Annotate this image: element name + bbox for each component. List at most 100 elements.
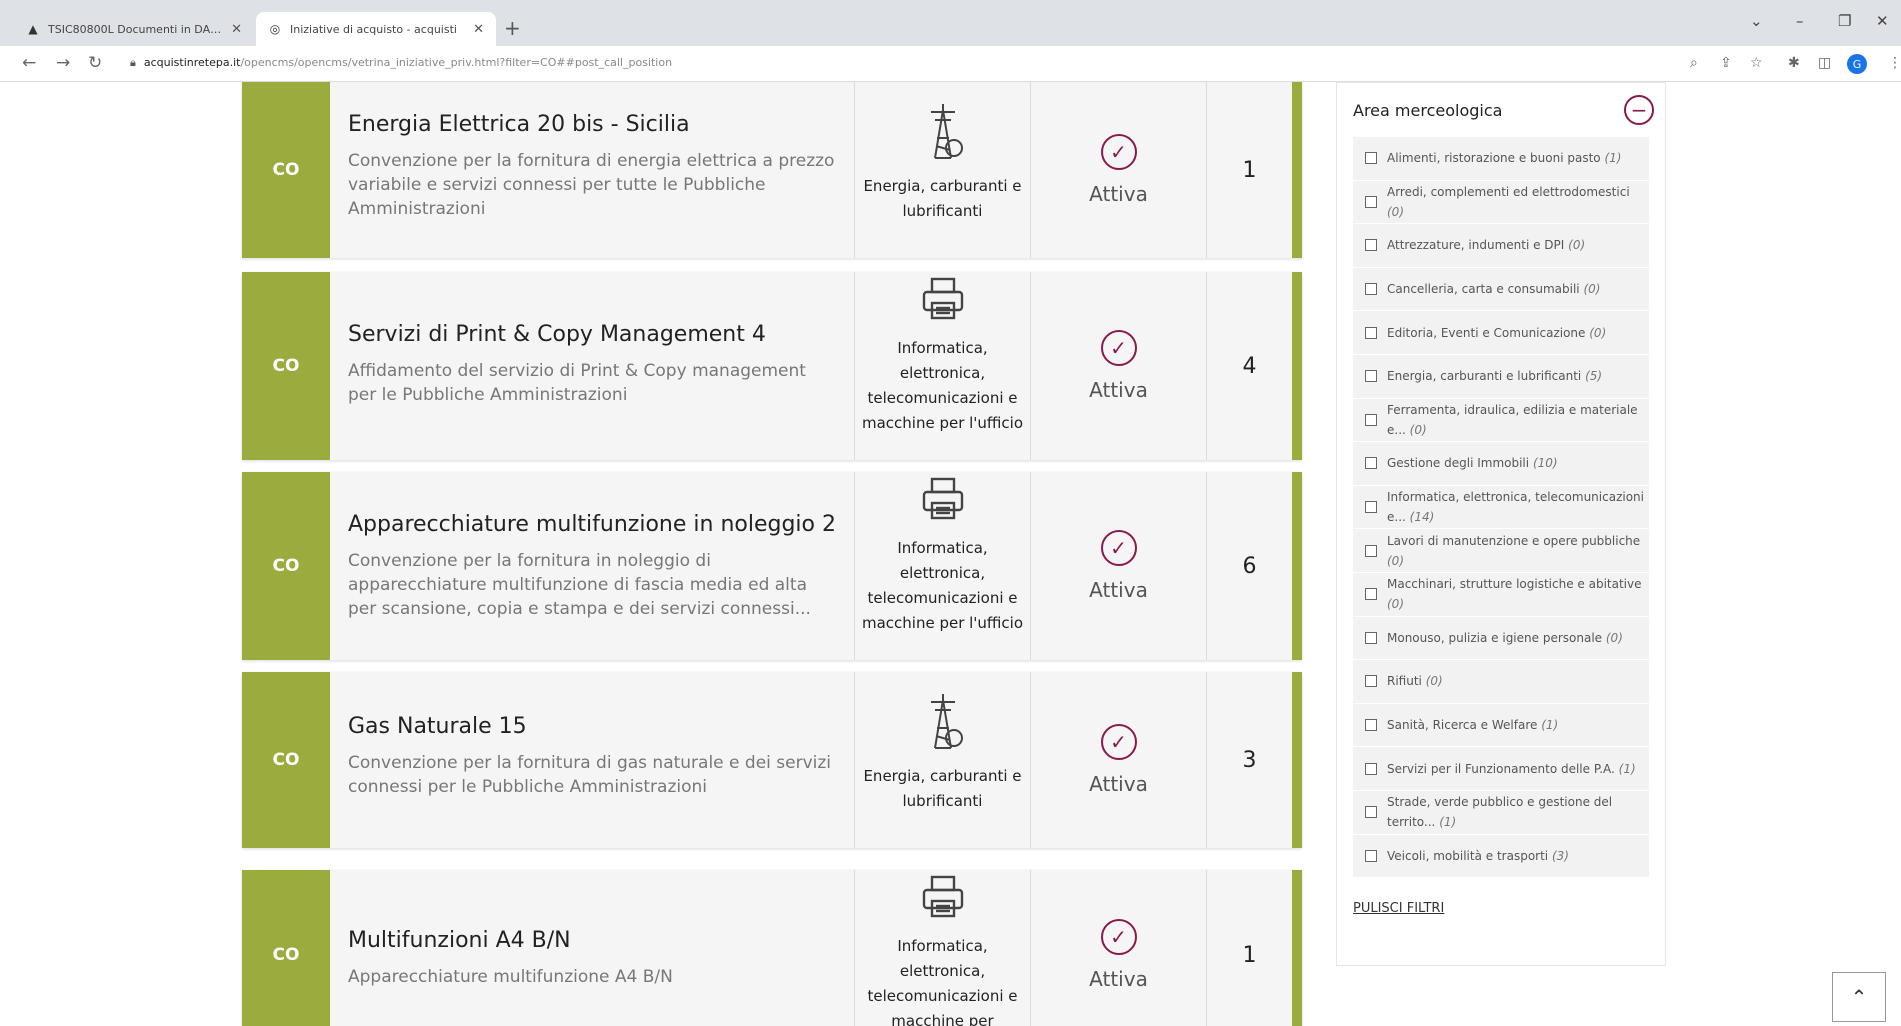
initiative-card[interactable]: CO Multifunzioni A4 B/N Apparecchiature … xyxy=(242,870,1302,1026)
filter-checkbox[interactable] xyxy=(1365,501,1377,514)
filter-option[interactable]: Cancelleria, carta e consumabili (0) xyxy=(1353,267,1649,312)
filter-checkbox[interactable] xyxy=(1365,370,1377,383)
lot-count: 1 xyxy=(1206,82,1292,258)
filter-checkbox[interactable] xyxy=(1365,762,1377,775)
status-label: Attiva xyxy=(1089,967,1148,991)
zoom-icon[interactable]: ⌕ xyxy=(1690,55,1698,71)
filter-option[interactable]: Strade, verde pubblico e gestione del te… xyxy=(1353,790,1649,835)
filter-checkbox[interactable] xyxy=(1365,239,1377,252)
filter-checkbox[interactable] xyxy=(1365,849,1377,862)
filter-checkbox[interactable] xyxy=(1365,631,1377,644)
back-icon[interactable]: ← xyxy=(22,53,36,73)
maximize-button[interactable]: ❐ xyxy=(1838,12,1851,30)
extensions-icon[interactable]: ✱ xyxy=(1788,55,1800,71)
filter-option[interactable]: Rifiuti (0) xyxy=(1353,660,1649,704)
filter-option[interactable]: Macchinari, strutture logistiche e abita… xyxy=(1353,572,1649,617)
filter-checkbox[interactable] xyxy=(1365,413,1377,426)
filter-option[interactable]: Veicoli, mobilità e trasporti (3) xyxy=(1353,834,1649,879)
initiative-type-badge: CO xyxy=(242,672,330,848)
reset-filters-link[interactable]: PULISCI FILTRI xyxy=(1353,901,1444,916)
filter-option[interactable]: Ferramenta, idraulica, edilizia e materi… xyxy=(1353,398,1649,443)
tab-search-dropdown-icon[interactable]: ⌄ xyxy=(1750,12,1763,30)
initiative-main: Gas Naturale 15 Convenzione per la forni… xyxy=(330,672,854,848)
filter-option-text: Gestione degli Immobili (10) xyxy=(1387,453,1558,473)
filter-option[interactable]: Sanità, Ricerca e Welfare (1) xyxy=(1353,703,1649,748)
category-label: Informatica, elettronica, telecomunicazi… xyxy=(861,339,1024,432)
filter-option[interactable]: Informatica, elettronica, telecomunicazi… xyxy=(1353,485,1649,530)
initiative-card[interactable]: CO Gas Naturale 15 Convenzione per la fo… xyxy=(242,672,1302,848)
close-window-button[interactable]: ✕ xyxy=(1876,12,1889,30)
initiative-type-badge: CO xyxy=(242,82,330,258)
initiative-type-badge: CO xyxy=(242,272,330,460)
filter-option-text: Arredi, complementi ed elettrodomestici … xyxy=(1387,182,1649,222)
minimize-button[interactable]: – xyxy=(1796,12,1804,30)
browser-tab-documents[interactable]: ▲ TSIC80800L Documenti in DA ST ✕ xyxy=(14,12,254,46)
filter-checkbox[interactable] xyxy=(1365,195,1377,208)
filter-option[interactable]: Attrezzature, indumenti e DPI (0) xyxy=(1353,224,1649,268)
filter-option-label: Macchinari, strutture logistiche e abita… xyxy=(1387,577,1642,592)
address-bar-row: ← → ↻ 🔒︎ acquistinretepa.it/opencms/openc… xyxy=(0,46,1901,82)
initiative-title[interactable]: Gas Naturale 15 xyxy=(348,714,838,739)
initiative-card[interactable]: CO Energia Elettrica 20 bis - Sicilia Co… xyxy=(242,82,1302,258)
url-path: /opencms/opencms/vetrina_iniziative_priv… xyxy=(240,56,673,69)
bookmark-star-icon[interactable]: ☆ xyxy=(1750,55,1763,71)
filter-option[interactable]: Servizi per il Funzionamento delle P.A. … xyxy=(1353,747,1649,791)
filter-checkbox[interactable] xyxy=(1365,675,1377,688)
share-icon[interactable]: ⇪ xyxy=(1720,55,1732,71)
filter-checkbox[interactable] xyxy=(1365,152,1377,165)
filter-option-count: (0) xyxy=(1425,674,1443,689)
filter-option[interactable]: Lavori di manutenzione e opere pubbliche… xyxy=(1353,529,1649,573)
collapse-filter-icon[interactable]: − xyxy=(1624,95,1654,125)
lot-count: 6 xyxy=(1206,472,1292,660)
initiative-description: Convenzione per la fornitura di gas natu… xyxy=(348,753,832,797)
filter-option[interactable]: Editoria, Eventi e Comunicazione (0) xyxy=(1353,311,1649,355)
initiative-status: ✓ Attiva xyxy=(1030,870,1206,1026)
side-panel-icon[interactable]: ◫ xyxy=(1818,55,1831,71)
close-tab-icon[interactable]: ✕ xyxy=(231,22,242,37)
filter-option-label: Alimenti, ristorazione e buoni pasto xyxy=(1387,151,1601,166)
filter-option[interactable]: Monouso, pulizia e igiene personale (0) xyxy=(1353,616,1649,661)
initiative-title[interactable]: Apparecchiature multifunzione in noleggi… xyxy=(348,512,838,537)
filter-option[interactable]: Energia, carburanti e lubrificanti (5) xyxy=(1353,354,1649,399)
filter-checkbox[interactable] xyxy=(1365,457,1377,470)
filter-heading: Area merceologica xyxy=(1353,101,1503,120)
filter-option[interactable]: Alimenti, ristorazione e buoni pasto (1) xyxy=(1353,137,1649,181)
filter-option-label: Sanità, Ricerca e Welfare xyxy=(1387,718,1538,733)
initiative-card[interactable]: CO Apparecchiature multifunzione in nole… xyxy=(242,472,1302,660)
filter-checkbox[interactable] xyxy=(1365,326,1377,339)
filter-option-text: Editoria, Eventi e Comunicazione (0) xyxy=(1387,323,1606,343)
initiative-title[interactable]: Multifunzioni A4 B/N xyxy=(348,928,838,953)
filter-checkbox[interactable] xyxy=(1365,806,1377,819)
filter-option[interactable]: Gestione degli Immobili (10) xyxy=(1353,442,1649,486)
check-circle-icon: ✓ xyxy=(1100,530,1137,566)
close-tab-icon[interactable]: ✕ xyxy=(473,22,484,37)
initiative-type-badge: CO xyxy=(242,472,330,660)
filter-checkbox[interactable] xyxy=(1365,283,1377,296)
initiative-title[interactable]: Energia Elettrica 20 bis - Sicilia xyxy=(348,112,838,137)
reload-icon[interactable]: ↻ xyxy=(88,53,102,73)
browser-tab-iniziative[interactable]: ◎ Iniziative di acquisto - acquisti ✕ xyxy=(256,12,496,46)
profile-avatar[interactable]: G xyxy=(1847,54,1867,74)
filter-checkbox[interactable] xyxy=(1365,719,1377,732)
printer-icon xyxy=(920,276,966,326)
filter-option-count: (1) xyxy=(1618,761,1636,776)
filter-option-count: (1) xyxy=(1439,815,1457,830)
forward-icon[interactable]: → xyxy=(56,53,70,73)
scroll-to-top-button[interactable]: ⌃ xyxy=(1832,972,1886,1022)
filter-checkbox[interactable] xyxy=(1365,544,1377,557)
power-pylon-icon xyxy=(921,102,965,164)
page-content: CO Energia Elettrica 20 bis - Sicilia Co… xyxy=(0,82,1901,1026)
new-tab-button[interactable]: + xyxy=(504,16,521,40)
initiative-category: Informatica, elettronica, telecomunicazi… xyxy=(854,870,1030,1026)
initiative-title[interactable]: Servizi di Print & Copy Management 4 xyxy=(348,322,838,347)
filter-option-label: Veicoli, mobilità e trasporti xyxy=(1387,848,1549,863)
filter-option[interactable]: Arredi, complementi ed elettrodomestici … xyxy=(1353,180,1649,225)
initiative-description: Affidamento del servizio di Print & Copy… xyxy=(348,361,806,405)
initiative-main: Energia Elettrica 20 bis - Sicilia Conve… xyxy=(330,82,854,258)
filter-option-label: Arredi, complementi ed elettrodomestici xyxy=(1387,184,1630,199)
menu-icon[interactable]: ⋮ xyxy=(1888,55,1901,71)
tab-label: TSIC80800L Documenti in DA ST xyxy=(48,22,224,36)
initiative-card[interactable]: CO Servizi di Print & Copy Management 4 … xyxy=(242,272,1302,460)
url-field[interactable]: 🔒︎ acquistinretepa.it/opencms/opencms/vet… xyxy=(130,56,672,70)
filter-checkbox[interactable] xyxy=(1365,588,1377,601)
